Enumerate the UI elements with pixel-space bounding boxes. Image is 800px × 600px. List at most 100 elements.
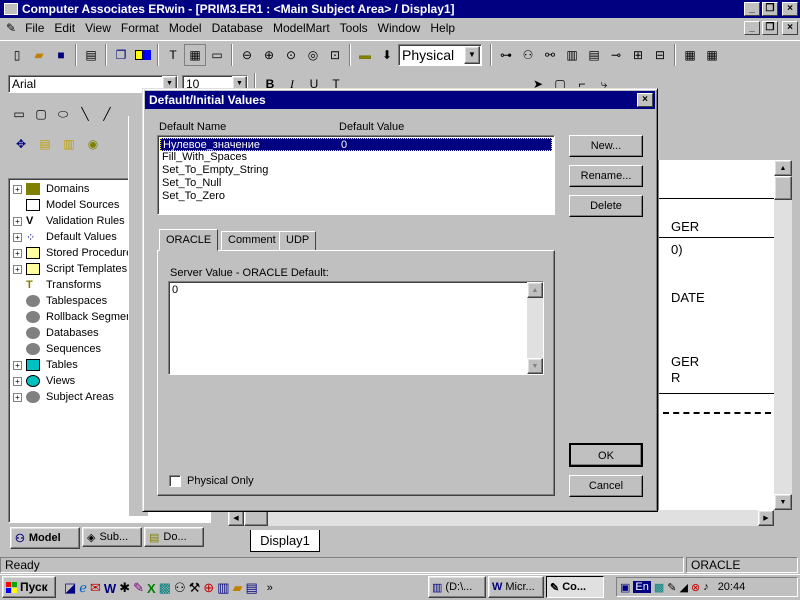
target-icon[interactable]: ⊕	[203, 580, 214, 596]
save-icon[interactable]: ■	[50, 44, 72, 66]
tray-clock[interactable]: 20:44	[718, 581, 746, 593]
menu-model[interactable]: Model	[169, 21, 202, 35]
tab-display1[interactable]: Display1	[250, 530, 320, 552]
link-icon[interactable]: ⊸	[605, 44, 627, 66]
erwin-icon[interactable]	[4, 3, 18, 15]
select-chevron-icon[interactable]: ▼	[464, 45, 480, 64]
menu-tools[interactable]: Tools	[340, 21, 368, 35]
report-icon[interactable]: ▬	[354, 44, 376, 66]
folder-icon[interactable]: ▰	[232, 580, 242, 596]
excel-icon[interactable]: X	[147, 581, 156, 596]
network-icon[interactable]: ⚇	[174, 580, 186, 596]
menu-window[interactable]: Window	[378, 21, 421, 35]
delete-button[interactable]: Delete	[569, 195, 643, 217]
zoom-out-icon[interactable]: ⊖	[236, 44, 258, 66]
list-item[interactable]: Set_To_Empty_String	[160, 164, 552, 177]
textarea-scroll-down-icon[interactable]: ▼	[527, 358, 543, 374]
scroll-down-icon[interactable]: ▼	[774, 494, 792, 510]
scroll-left-icon[interactable]: ◀	[228, 510, 244, 526]
tray-volume-icon[interactable]: ♪	[703, 581, 709, 593]
zoom-select-icon[interactable]: ◎	[302, 44, 324, 66]
entity-icon[interactable]: ▦	[184, 43, 206, 66]
menu-format[interactable]: Format	[121, 21, 159, 35]
rectangle-icon[interactable]: ▭	[8, 103, 30, 125]
scroll-up-icon[interactable]: ▲	[774, 160, 792, 176]
rename-button[interactable]: Rename...	[569, 165, 643, 187]
disk-icon[interactable]: ◉	[82, 133, 104, 155]
copy-icon[interactable]: ❐	[110, 44, 132, 66]
diagram-canvas[interactable]: GER 0) DATE GER R	[658, 160, 775, 510]
table-grid-icon[interactable]: ▦	[701, 44, 723, 66]
view-yellow-icon[interactable]: ▥	[58, 133, 80, 155]
expand-icon[interactable]: +	[13, 232, 22, 242]
expand-icon[interactable]: +	[13, 248, 22, 258]
pen-icon[interactable]: ✎	[133, 580, 144, 596]
diagram-hscrollbar[interactable]: ◀ ▶	[228, 510, 774, 526]
child-minimize-icon[interactable]: _	[744, 21, 760, 35]
cancel-button[interactable]: Cancel	[569, 475, 643, 497]
physical-logical-select[interactable]: Physical ▼	[398, 43, 482, 66]
minimize-icon[interactable]: _	[744, 2, 760, 16]
zoom-all-icon[interactable]: ⊡	[324, 44, 346, 66]
restore-icon[interactable]: ❐	[762, 2, 778, 16]
new-file-icon[interactable]: ▯	[6, 44, 28, 66]
tab-oracle[interactable]: ORACLE	[159, 229, 219, 251]
dialog-close-icon[interactable]: ×	[637, 93, 653, 107]
textarea-vscrollbar[interactable]: ▲ ▼	[527, 282, 543, 374]
polyline-icon[interactable]: ╱	[96, 103, 118, 125]
ellipse-icon[interactable]: ⬭	[52, 103, 74, 125]
bomb-icon[interactable]: ✱	[119, 580, 130, 596]
child-close-icon[interactable]: ×	[782, 21, 798, 35]
list-item[interactable]: Set_To_Null	[160, 177, 552, 190]
menu-view[interactable]: View	[85, 21, 111, 35]
ie-icon[interactable]: ℯ	[79, 580, 87, 596]
tray-monitor-icon[interactable]: ▩	[654, 581, 664, 594]
move-icon[interactable]: ✥	[10, 133, 32, 155]
expand-icon[interactable]: +	[13, 360, 22, 370]
child-window-icon[interactable]: ✎	[6, 21, 16, 35]
expand-icon[interactable]: +	[13, 264, 22, 274]
menu-file[interactable]: File	[25, 21, 44, 35]
menu-modelmart[interactable]: ModelMart	[273, 21, 330, 35]
tray-speaker-icon[interactable]: ◢	[680, 581, 688, 594]
menu-database[interactable]: Database	[212, 21, 263, 35]
list-item[interactable]: Fill_With_Spaces	[160, 151, 552, 164]
tray-app-icon[interactable]: ▣	[620, 581, 630, 594]
tab-domains[interactable]: ▤ Do...	[144, 527, 204, 547]
word-icon[interactable]: W	[104, 581, 116, 596]
image-icon[interactable]: ▩	[159, 580, 171, 596]
tray-network-icon[interactable]: ⊗	[691, 581, 700, 594]
align-icon[interactable]: ⊟	[649, 44, 671, 66]
note-icon[interactable]: ▭	[206, 44, 228, 66]
tab-udp[interactable]: UDP	[279, 231, 317, 251]
hierarchy-icon[interactable]: ⚇	[517, 44, 539, 66]
scroll-thumb[interactable]	[774, 176, 792, 200]
line-icon[interactable]: ╲	[74, 103, 96, 125]
dropdown-arrow-icon[interactable]: ⬇	[376, 44, 398, 66]
expand-icon[interactable]: +	[13, 184, 22, 194]
hscroll-thumb[interactable]	[244, 510, 268, 526]
tray-pen-icon[interactable]: ✎	[667, 581, 676, 594]
columns-icon[interactable]: ▥	[561, 44, 583, 66]
scroll-right-icon[interactable]: ▶	[758, 510, 774, 526]
grid-icon[interactable]: ▦	[679, 44, 701, 66]
ok-button[interactable]: OK	[569, 443, 643, 467]
task-erwin[interactable]: ✎ Co...	[546, 576, 604, 598]
more-chevron-icon[interactable]: »	[267, 582, 273, 594]
diagram-vscrollbar[interactable]: ▲ ▼	[774, 160, 792, 510]
expand-icon[interactable]: +	[13, 216, 22, 226]
desktop-icon[interactable]: ◪	[64, 580, 76, 596]
entity-yellow-icon[interactable]: ▤	[34, 133, 56, 155]
open-folder-icon[interactable]: ▰	[28, 44, 50, 66]
menu-help[interactable]: Help	[430, 21, 455, 35]
list-item[interactable]: Set_To_Zero	[160, 190, 552, 203]
chart-icon[interactable]: ▥	[217, 580, 229, 596]
hammer-icon[interactable]: T	[162, 44, 184, 66]
rows-icon[interactable]: ▤	[583, 44, 605, 66]
task-word[interactable]: W Micr...	[488, 576, 544, 598]
zoom-fit-icon[interactable]: ⊙	[280, 44, 302, 66]
start-button[interactable]: Пуск	[2, 576, 56, 598]
physical-only-checkbox[interactable]	[169, 475, 181, 487]
print-icon[interactable]: ▤	[80, 44, 102, 66]
tools-icon[interactable]: ⚒	[189, 580, 201, 596]
